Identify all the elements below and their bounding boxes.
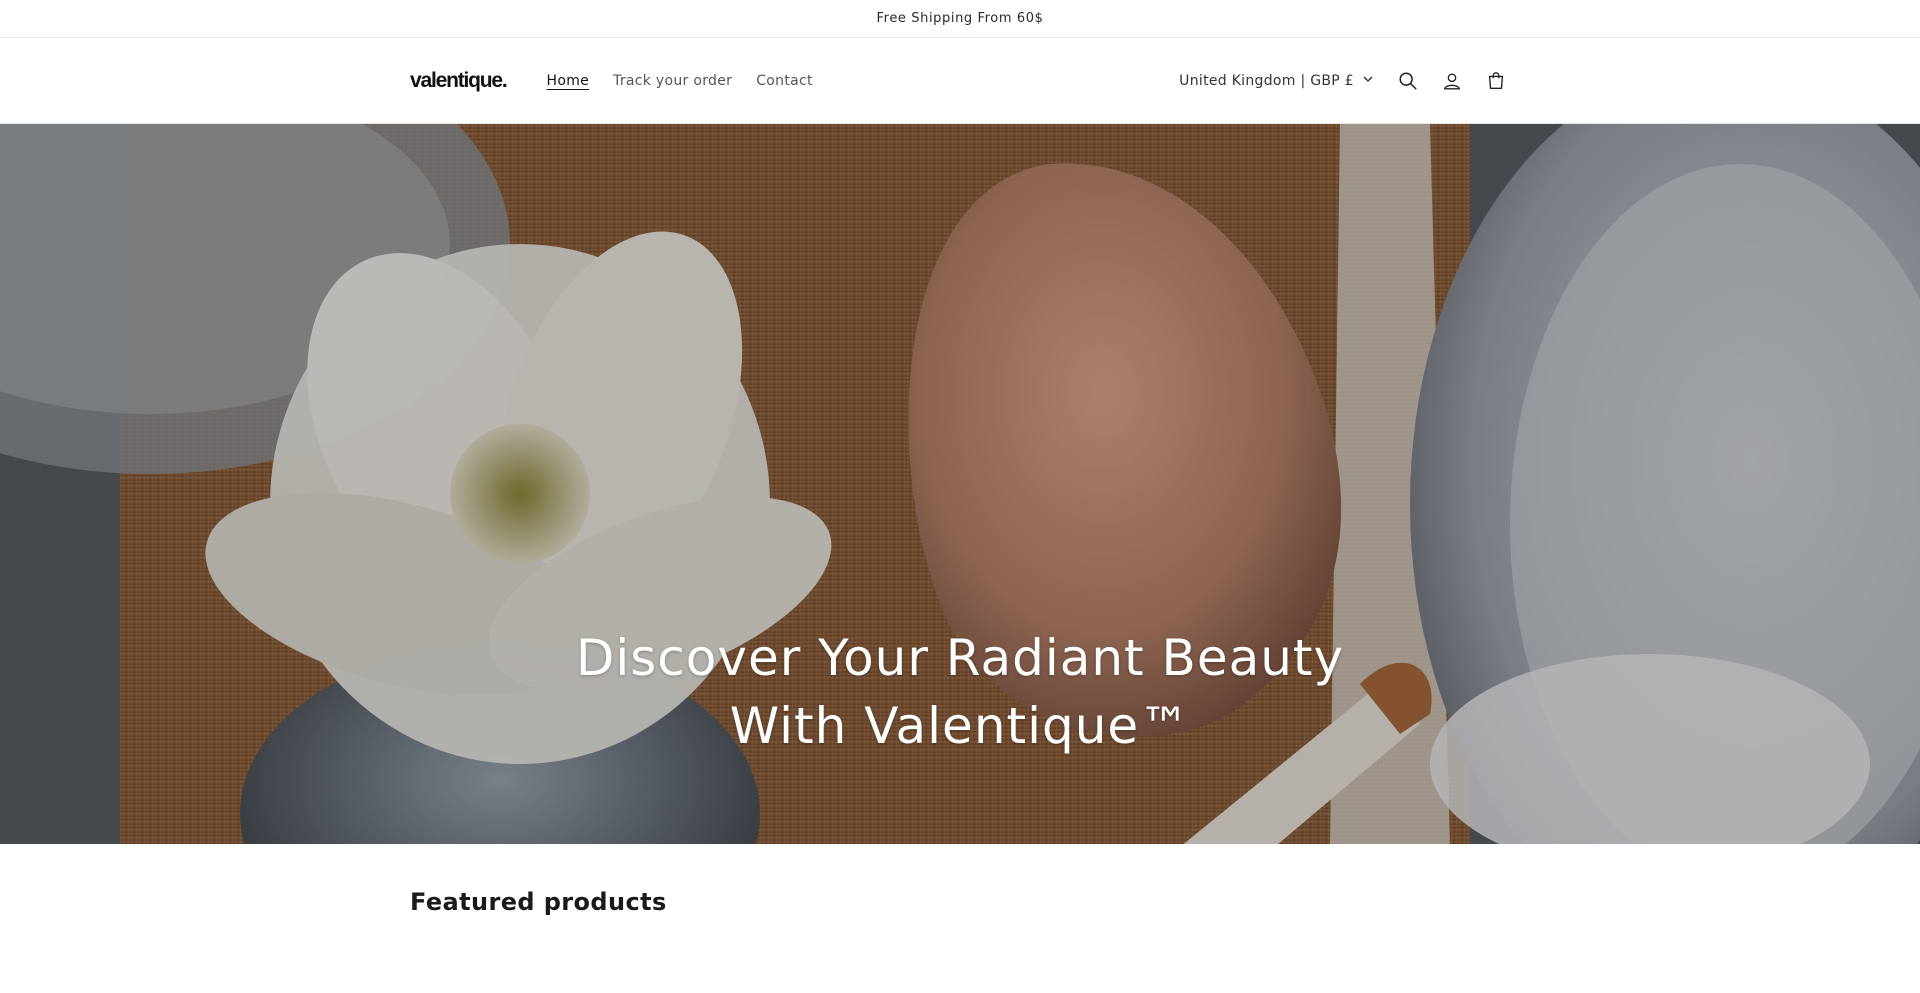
header-actions: United Kingdom | GBP £ — [1179, 67, 1510, 95]
search-icon[interactable] — [1394, 67, 1422, 95]
nav-contact[interactable]: Contact — [756, 73, 813, 89]
header-inner: valentique. Home Track your order Contac… — [410, 38, 1510, 123]
country-selector[interactable]: United Kingdom | GBP £ — [1179, 73, 1374, 89]
site-header: valentique. Home Track your order Contac… — [0, 38, 1920, 124]
country-selector-label: United Kingdom | GBP £ — [1179, 72, 1354, 89]
featured-products-title: Featured products — [410, 888, 667, 916]
account-icon[interactable] — [1438, 67, 1466, 95]
nav-track-order[interactable]: Track your order — [613, 73, 732, 89]
nav-home[interactable]: Home — [547, 73, 590, 89]
chevron-down-icon — [1362, 73, 1374, 89]
main-nav: Home Track your order Contact — [547, 73, 813, 89]
hero-heading: Discover Your Radiant Beauty With Valent… — [575, 629, 1345, 755]
site-logo[interactable]: valentique. — [410, 69, 508, 93]
announcement-text: Free Shipping From 60$ — [876, 11, 1044, 26]
cart-icon[interactable] — [1482, 67, 1510, 95]
announcement-bar: Free Shipping From 60$ — [0, 0, 1920, 38]
hero-banner: Discover Your Radiant Beauty With Valent… — [0, 124, 1920, 844]
